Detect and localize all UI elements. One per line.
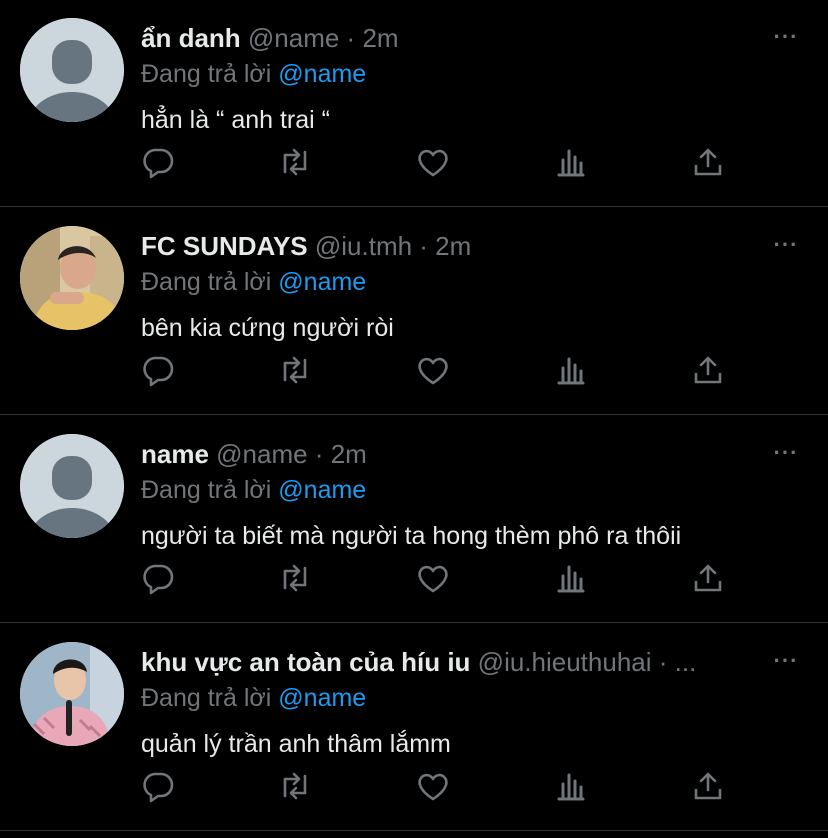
like-button[interactable] [413, 142, 453, 182]
replying-handle-link[interactable]: @name [278, 268, 366, 296]
replying-to: Đang trả lời @name [141, 266, 366, 298]
replying-handle-link[interactable]: @name [278, 684, 366, 712]
share-button[interactable] [688, 558, 728, 598]
retweet-button[interactable] [275, 558, 315, 598]
avatar[interactable] [20, 18, 124, 122]
tweet-header: FC SUNDAYS @iu.tmh · 2m [141, 230, 738, 262]
retweet-button[interactable] [275, 766, 315, 806]
tweet-item[interactable]: name @name · 2m ··· Đang trả lời @name n… [0, 416, 828, 623]
more-options-button[interactable]: ··· [772, 20, 800, 54]
handle-time: @name · 2m [216, 439, 367, 469]
user-photo-icon [20, 226, 124, 330]
tweet-header: name @name · 2m [141, 438, 738, 470]
analytics-button[interactable] [551, 766, 591, 806]
replying-to: Đang trả lời @name [141, 474, 366, 506]
replying-to: Đang trả lời @name [141, 58, 366, 90]
share-button[interactable] [688, 142, 728, 182]
share-button[interactable] [688, 350, 728, 390]
reply-icon [143, 148, 174, 179]
share-icon [694, 564, 722, 592]
default-avatar-icon [20, 434, 124, 538]
analytics-button[interactable] [551, 142, 591, 182]
tweet-header: khu vực an toàn của híu iu @iu.hieuthuha… [141, 646, 738, 678]
replying-handle-link[interactable]: @name [278, 476, 366, 504]
retweet-button[interactable] [275, 142, 315, 182]
analytics-icon [557, 357, 585, 385]
more-options-button[interactable]: ··· [772, 436, 800, 470]
reply-icon [143, 772, 174, 803]
replying-label: Đang trả lời [141, 268, 272, 296]
avatar[interactable] [20, 226, 124, 330]
analytics-button[interactable] [551, 350, 591, 390]
reply-button[interactable] [138, 350, 178, 390]
retweet-icon [283, 564, 307, 592]
retweet-icon [283, 356, 307, 384]
reply-icon [143, 564, 174, 595]
share-icon [694, 356, 722, 384]
like-icon [418, 565, 448, 593]
more-options-button[interactable]: ··· [772, 644, 800, 678]
like-icon [418, 149, 448, 177]
retweet-icon [283, 148, 307, 176]
like-icon [418, 773, 448, 801]
tweet-item[interactable]: khu vực an toàn của híu iu @iu.hieuthuha… [0, 624, 828, 831]
avatar[interactable] [20, 642, 124, 746]
tweet-text: người ta biết mà người ta hong thèm phô … [141, 522, 682, 550]
analytics-icon [557, 773, 585, 801]
display-name[interactable]: FC SUNDAYS [141, 231, 308, 261]
like-button[interactable] [413, 558, 453, 598]
handle-time: @iu.tmh · 2m [314, 231, 472, 261]
reply-icon [143, 356, 174, 387]
share-icon [694, 772, 722, 800]
avatar[interactable] [20, 434, 124, 538]
more-options-button[interactable]: ··· [772, 228, 800, 262]
display-name[interactable]: khu vực an toàn của híu iu [141, 647, 470, 677]
retweet-icon [283, 772, 307, 800]
replying-label: Đang trả lời [141, 476, 272, 504]
analytics-button[interactable] [551, 558, 591, 598]
share-icon [694, 148, 722, 176]
reply-button[interactable] [138, 766, 178, 806]
tweet-item[interactable]: ẩn danh @name · 2m ··· Đang trả lời @nam… [0, 0, 828, 207]
like-button[interactable] [413, 350, 453, 390]
tweet-item[interactable]: FC SUNDAYS @iu.tmh · 2m ··· Đang trả lời… [0, 208, 828, 415]
display-name[interactable]: name [141, 439, 209, 469]
display-name[interactable]: ẩn danh [141, 23, 241, 53]
handle-time: @name · 2m [247, 23, 399, 53]
replying-label: Đang trả lời [141, 60, 272, 88]
tweet-text: quản lý trần anh thâm lắmm [141, 730, 451, 758]
tweet-text: hẳn là “ anh trai “ [141, 106, 330, 134]
tweet-header: ẩn danh @name · 2m [141, 22, 738, 54]
analytics-icon [557, 149, 585, 177]
share-button[interactable] [688, 766, 728, 806]
analytics-icon [557, 565, 585, 593]
retweet-button[interactable] [275, 350, 315, 390]
like-button[interactable] [413, 766, 453, 806]
reply-button[interactable] [138, 142, 178, 182]
user-photo-icon [20, 642, 124, 746]
tweet-text: bên kia cứng người ròi [141, 314, 394, 342]
like-icon [418, 357, 448, 385]
replying-handle-link[interactable]: @name [278, 60, 366, 88]
replying-label: Đang trả lời [141, 684, 272, 712]
handle-time: @iu.hieuthuhai · ... [477, 647, 697, 677]
reply-button[interactable] [138, 558, 178, 598]
default-avatar-icon [20, 18, 124, 122]
replying-to: Đang trả lời @name [141, 682, 366, 714]
